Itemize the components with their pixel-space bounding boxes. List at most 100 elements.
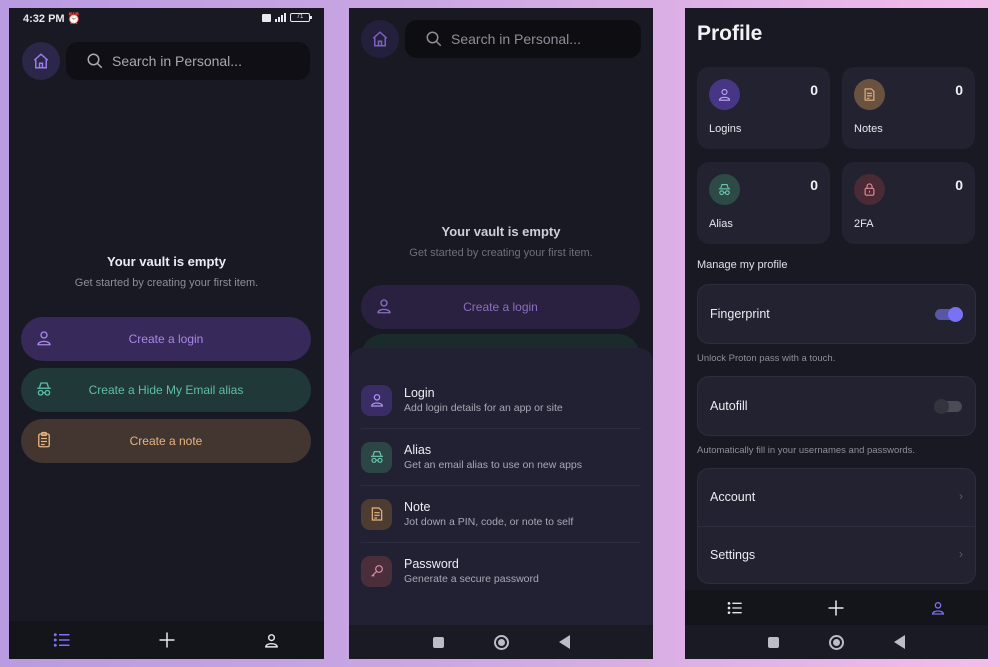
user-icon	[377, 299, 391, 314]
2fa-icon-circle	[854, 174, 885, 205]
search-icon	[426, 31, 442, 47]
create-login-button[interactable]: Create a login	[21, 317, 311, 361]
home-button[interactable]	[361, 20, 399, 58]
password-icon-box	[361, 555, 392, 587]
alias-icon-box	[361, 441, 392, 473]
incognito-icon	[37, 382, 51, 396]
stat-label: Notes	[854, 123, 883, 135]
menu-item-account[interactable]: Account ›	[698, 469, 975, 526]
empty-title: Your vault is empty	[107, 254, 226, 269]
stat-logins[interactable]: 0 Logins	[697, 67, 830, 149]
status-time: 4:32 PM	[23, 13, 65, 25]
create-item-sheet: Login Add login details for an app or si…	[349, 348, 653, 625]
sheet-item-title: Login	[404, 386, 435, 400]
incognito-icon	[370, 451, 383, 463]
home-system-button[interactable]	[493, 634, 509, 650]
fingerprint-hint: Unlock Proton pass with a touch.	[697, 353, 836, 364]
page-title: Profile	[697, 22, 763, 45]
profile-screen: Profile 0 Logins 0 Notes 0 Alias 0 2FA M…	[685, 8, 988, 659]
sheet-item-subtitle: Get an email alias to use on new apps	[404, 459, 583, 471]
create-alias-button[interactable]: Create a Hide My Email alias	[21, 368, 311, 412]
note-icon	[864, 88, 875, 101]
search-input[interactable]: Search in Personal...	[66, 42, 310, 80]
stat-count: 0	[955, 177, 963, 193]
menu-item-settings[interactable]: Settings ›	[698, 527, 975, 584]
login-icon-box	[361, 384, 392, 416]
plus-icon[interactable]	[158, 631, 176, 649]
sheet-item-title: Password	[404, 557, 459, 571]
home-icon	[33, 53, 49, 69]
back-button[interactable]	[894, 635, 905, 649]
menu-item-label: Account	[710, 490, 756, 504]
home-system-button[interactable]	[829, 634, 844, 650]
create-note-label: Create a note	[129, 434, 203, 448]
clipboard-note-icon	[38, 431, 50, 448]
incognito-icon	[718, 183, 731, 196]
recents-button[interactable]	[768, 636, 779, 648]
sheet-item-subtitle: Jot down a PIN, code, or note to self	[404, 516, 574, 528]
user-icon	[370, 394, 383, 407]
fingerprint-label: Fingerprint	[710, 307, 770, 321]
note-icon-box	[361, 498, 392, 530]
stat-count: 0	[810, 177, 818, 193]
status-bar: 4:32 PM ⏰ 71	[23, 12, 312, 28]
stat-label: 2FA	[854, 218, 874, 230]
alias-icon-circle	[709, 174, 740, 205]
key-icon	[370, 565, 383, 577]
fingerprint-card: Fingerprint	[697, 284, 976, 344]
vault-screen: 4:32 PM ⏰ 71 Search in Personal... Your …	[9, 8, 324, 659]
autofill-toggle[interactable]	[934, 399, 962, 414]
profile-menu: Account › Settings ›	[697, 468, 976, 584]
autofill-label: Autofill	[710, 399, 748, 413]
bottom-nav	[9, 621, 324, 659]
system-nav-bar	[685, 625, 988, 659]
user-icon	[718, 88, 731, 101]
manage-profile-label: Manage my profile	[697, 259, 788, 271]
stat-alias[interactable]: 0 Alias	[697, 162, 830, 244]
lock-icon	[864, 183, 875, 196]
autofill-hint: Automatically fill in your usernames and…	[697, 445, 916, 456]
sheet-item-password[interactable]: Password Generate a secure password	[361, 543, 641, 599]
stat-label: Logins	[709, 123, 742, 135]
profile-icon[interactable]	[263, 632, 280, 649]
create-login-label: Create a login	[128, 332, 204, 346]
search-input[interactable]: Search in Personal...	[405, 20, 641, 58]
home-button[interactable]	[22, 42, 60, 80]
alarm-icon: ⏰	[67, 13, 81, 25]
create-alias-label: Create a Hide My Email alias	[88, 383, 244, 397]
bottom-nav	[685, 590, 988, 626]
battery-icon: 71	[290, 13, 312, 22]
sheet-item-title: Alias	[404, 443, 432, 457]
stat-2fa[interactable]: 0 2FA	[842, 162, 975, 244]
volte-icon	[262, 13, 271, 22]
logins-icon-circle	[709, 79, 740, 110]
search-icon	[87, 53, 103, 69]
create-note-button[interactable]: Create a note	[21, 419, 311, 463]
system-nav-bar	[349, 625, 653, 659]
sheet-item-subtitle: Generate a secure password	[404, 573, 539, 585]
user-icon	[37, 331, 51, 346]
profile-icon[interactable]	[930, 600, 946, 616]
sheet-item-login[interactable]: Login Add login details for an app or si…	[361, 372, 641, 428]
signal-icon	[275, 13, 286, 22]
create-login-label: Create a login	[463, 300, 538, 314]
plus-icon[interactable]	[827, 599, 845, 617]
sheet-item-title: Note	[404, 500, 431, 514]
back-button[interactable]	[558, 635, 570, 649]
list-icon[interactable]	[53, 632, 71, 648]
list-icon[interactable]	[727, 601, 743, 615]
empty-subtitle: Get started by creating your first item.	[74, 277, 259, 289]
note-icon	[371, 507, 382, 521]
create-login-button[interactable]: Create a login	[361, 285, 640, 329]
chevron-right-icon: ›	[959, 489, 963, 503]
autofill-card: Autofill	[697, 376, 976, 436]
stat-label: Alias	[709, 218, 733, 230]
stat-count: 0	[955, 82, 963, 98]
recents-button[interactable]	[432, 636, 444, 648]
fingerprint-toggle[interactable]	[935, 307, 963, 322]
notes-icon-circle	[854, 79, 885, 110]
search-placeholder: Search in Personal...	[112, 53, 242, 69]
sheet-item-alias[interactable]: Alias Get an email alias to use on new a…	[361, 429, 641, 485]
stat-notes[interactable]: 0 Notes	[842, 67, 975, 149]
sheet-item-note[interactable]: Note Jot down a PIN, code, or note to se…	[361, 486, 641, 542]
